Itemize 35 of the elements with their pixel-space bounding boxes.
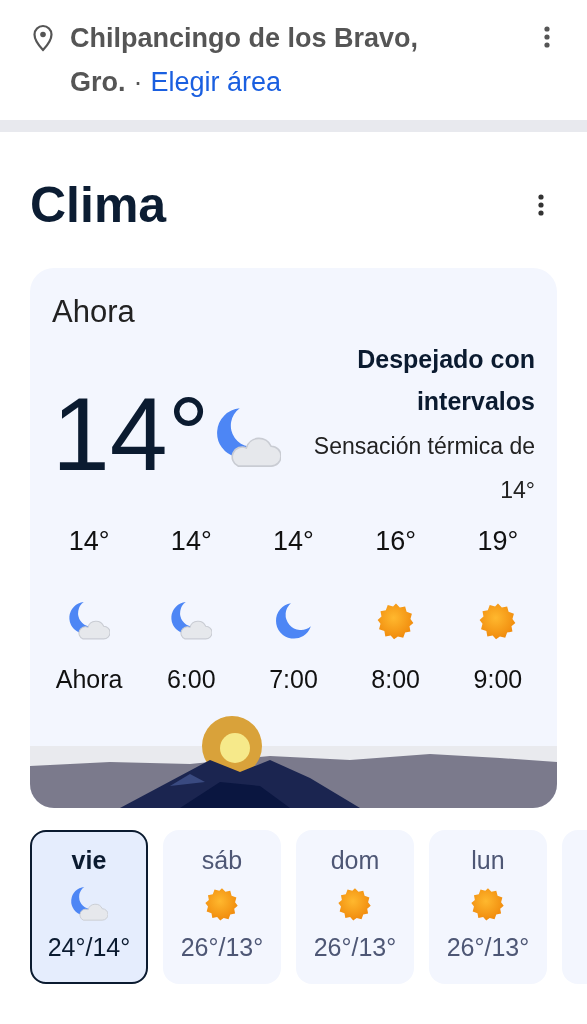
hour-time: 6:00 (166, 665, 216, 694)
condition-description: Despejado con intervalos (356, 344, 535, 417)
feels-like-text: Sensación térmica de 14° (313, 432, 535, 505)
day-name: lun (471, 846, 505, 875)
hour-time: 8:00 (371, 665, 421, 694)
current-temperature: 14° (52, 382, 210, 486)
day-temperature-range: 26°/13° (446, 933, 530, 962)
day-tab[interactable]: sáb 26°/13° (163, 830, 281, 984)
hour-temperature: 14° (170, 526, 212, 557)
hour-temperature: 19° (477, 526, 519, 557)
hour-time: 9:00 (473, 665, 523, 694)
day-tab[interactable]: dom 26°/13° (296, 830, 414, 984)
location-text: Chilpancingo de los Bravo, Gro. · Elegir área (70, 22, 420, 99)
hour-temperature: 14° (68, 526, 110, 557)
more-options-icon[interactable] (537, 194, 545, 216)
weather-title: Clima (30, 176, 167, 234)
day-name: vie (71, 846, 107, 875)
moon-cloud-icon (68, 600, 111, 642)
day-name: dom (330, 846, 380, 875)
day-temperature-range: 26°/13° (313, 933, 397, 962)
now-label: Ahora (51, 293, 136, 330)
more-options-icon[interactable] (543, 26, 551, 48)
day-tab[interactable]: lun 26°/13° (429, 830, 547, 984)
hour-time: 7:00 (269, 665, 318, 694)
choose-area-link[interactable]: Elegir área (150, 67, 282, 97)
day-temperature-range: 24°/14° (47, 933, 131, 962)
hour-temperature: 14° (273, 526, 314, 557)
day-tab[interactable]: vie 24°/14° (30, 830, 148, 984)
hour-temperature: 16° (375, 526, 417, 557)
day-temperature-range: 26°/13° (180, 933, 264, 962)
day-name: sáb (201, 846, 243, 875)
location-pin-icon (32, 24, 54, 52)
moon-cloud-icon (70, 885, 108, 923)
moon-cloud-icon (170, 600, 213, 642)
hour-time: Ahora (55, 665, 123, 694)
